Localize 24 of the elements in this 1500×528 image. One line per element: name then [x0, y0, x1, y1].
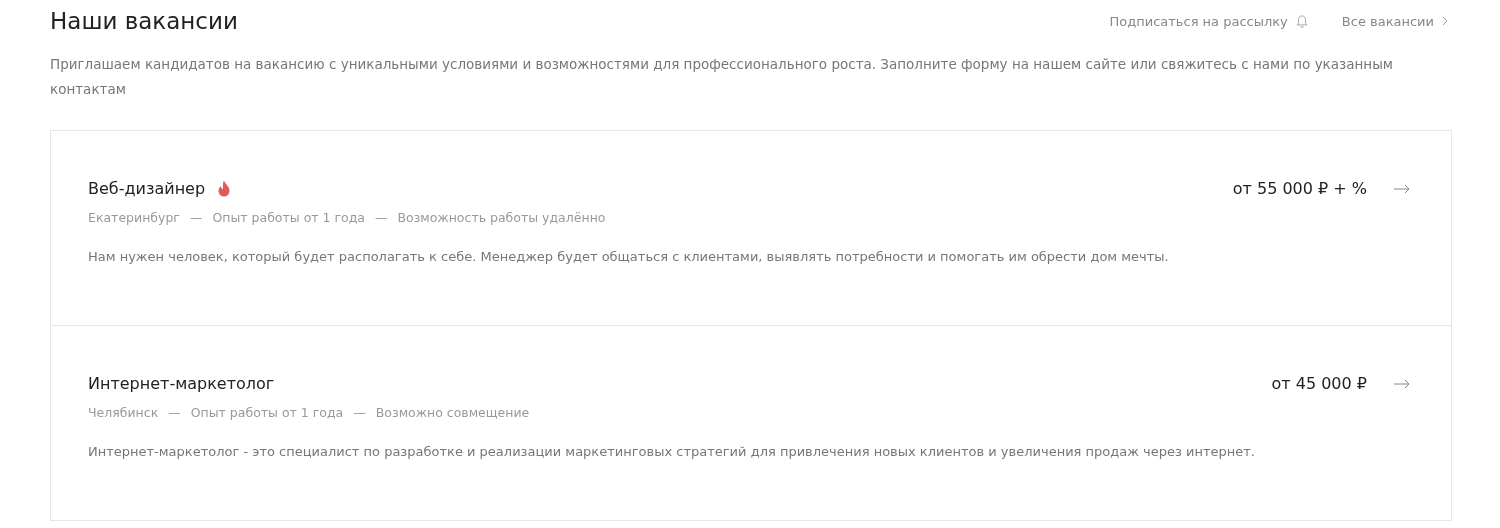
vacancy-detail: Возможно совмещение [375, 405, 530, 420]
bell-icon[interactable] [1295, 13, 1308, 29]
separator-dash: — [353, 405, 366, 420]
vacancy-detail: Возможность работы удалённо [397, 210, 606, 225]
vacancy-description: Интернет-маркетолог - это специалист по разработке и реализации маркетинговых стратегий для привлечения новых клиентов и увеличения продаж через интернет. [88, 444, 1256, 459]
page-title: Наши вакансии [50, 8, 238, 34]
vacancy-title[interactable]: Веб-дизайнер [88, 179, 206, 198]
vacancy-detail: Опыт работы от 1 года [212, 210, 365, 225]
subscribe-link[interactable]: Подписаться на рассылку [1109, 13, 1288, 29]
vacancy-detail: Челябинск [88, 405, 159, 420]
separator-dash: — [168, 405, 181, 420]
arrow-right-icon[interactable] [1393, 183, 1411, 194]
arrow-right-icon[interactable] [1393, 378, 1411, 389]
salary: от 55 000 ₽ + % [1232, 179, 1367, 198]
vacancy-detail: Екатеринбург [88, 210, 180, 225]
separator-dash: — [375, 210, 388, 225]
intro-text: Приглашаем кандидатов на вакансию с уникальными условиями и возможностями для профессионального роста. Заполните форму на нашем сайте или свяжитесь с нами по указанным контактам [50, 55, 1394, 99]
salary: от 45 000 ₽ [1271, 374, 1367, 393]
all-vacancies-link[interactable]: Все вакансии [1341, 13, 1434, 29]
vacancy-description: Нам нужен человек, который будет располагать к себе. Менеджер будет общаться с клиентами, выявлять потребности и помогать им обрести дом мечты. [88, 249, 1170, 264]
chevron-right-icon[interactable] [1442, 16, 1448, 26]
vacancy-detail: Опыт работы от 1 года [190, 405, 344, 420]
vacancy-title[interactable]: Интернет-маркетолог [88, 374, 275, 393]
separator-dash: — [189, 210, 203, 225]
